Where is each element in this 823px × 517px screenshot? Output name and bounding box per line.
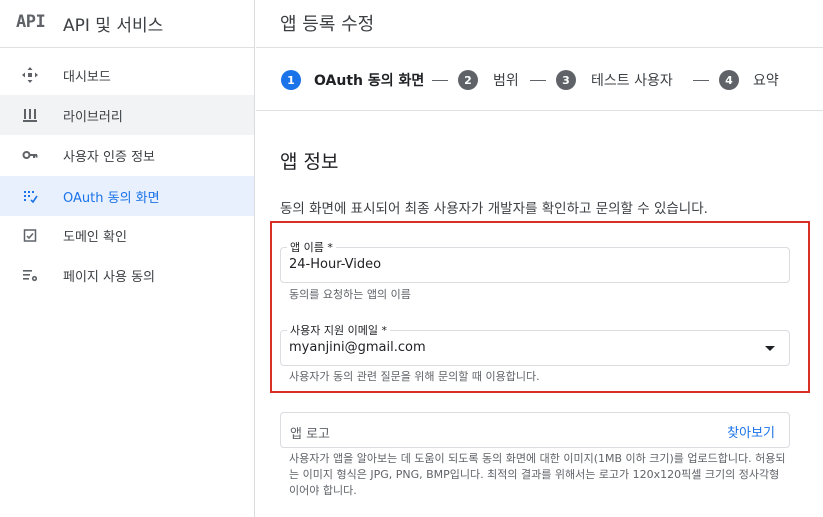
dashboard-icon [22, 67, 38, 83]
sidebar-item-label: 페이지 사용 동의 [63, 270, 155, 285]
sidebar-item-label: OAuth 동의 화면 [63, 191, 160, 206]
sidebar-item-page-usage[interactable]: 페이지 사용 동의 [0, 255, 254, 295]
page-header: 앱 등록 수정 [256, 0, 823, 48]
step-separator [432, 80, 448, 81]
step-2-number: 2 [458, 70, 478, 90]
sidebar-item-domain-verification[interactable]: 도메인 확인 [0, 215, 254, 255]
library-icon [22, 107, 38, 123]
key-icon [22, 147, 38, 163]
page-usage-icon [22, 267, 38, 283]
app-name-label: 앱 이름 * [287, 239, 336, 255]
sidebar: API API 및 서비스 대시보드 라이브러리 사용자 인증 정보 OAuth… [0, 0, 255, 517]
support-email-select[interactable]: 사용자 지원 이메일 * myanjini@gmail.com [280, 322, 790, 366]
sidebar-item-library[interactable]: 라이브러리 [0, 95, 254, 135]
step-1-label[interactable]: OAuth 동의 화면 [314, 70, 424, 90]
sidebar-item-label: 라이브러리 [63, 110, 123, 125]
api-logo: API [16, 12, 46, 32]
app-logo-field[interactable]: 앱 로고 찾아보기 [280, 412, 790, 448]
brand-header: API API 및 서비스 [0, 0, 254, 48]
sidebar-item-label: 대시보드 [63, 70, 111, 85]
step-4-label[interactable]: 요약 [753, 70, 779, 90]
app-logo-hint: 사용자가 앱을 알아보는 데 도움이 되도록 동의 화면에 대한 이미지(1MB… [289, 452, 786, 497]
support-email-value[interactable]: myanjini@gmail.com [289, 340, 426, 355]
step-4-number: 4 [719, 70, 739, 90]
support-email-label: 사용자 지원 이메일 * [287, 322, 390, 338]
sidebar-item-credentials[interactable]: 사용자 인증 정보 [0, 135, 254, 175]
section-description: 동의 화면에 표시되어 최종 사용자가 개발자를 확인하고 문의할 수 있습니다… [280, 201, 708, 217]
step-1-number: 1 [281, 70, 301, 90]
stepper: 1 OAuth 동의 화면 2 범위 3 테스트 사용자 4 요약 [256, 49, 823, 111]
sidebar-item-oauth-consent[interactable]: OAuth 동의 화면 [0, 176, 254, 216]
dropdown-arrow-icon[interactable] [765, 346, 775, 351]
browse-button[interactable]: 찾아보기 [727, 422, 775, 441]
app-name-field[interactable]: 앱 이름 * 24-Hour-Video [280, 239, 790, 283]
sidebar-item-dashboard[interactable]: 대시보드 [0, 55, 254, 95]
app-name-input[interactable]: 24-Hour-Video [289, 257, 381, 272]
brand-title[interactable]: API 및 서비스 [63, 11, 163, 36]
sidebar-item-label: 도메인 확인 [63, 230, 127, 245]
domain-verification-icon [22, 227, 38, 243]
step-3-label[interactable]: 테스트 사용자 [591, 70, 673, 90]
app-logo-label: 앱 로고 [290, 427, 331, 442]
app-name-hint: 동의를 요청하는 앱의 이름 [289, 288, 411, 301]
step-separator [530, 80, 546, 81]
step-3-number: 3 [556, 70, 576, 90]
step-separator [693, 80, 709, 81]
step-2-label[interactable]: 범위 [493, 70, 519, 90]
support-email-hint: 사용자가 동의 관련 질문을 위해 문의할 때 이용합니다. [289, 370, 540, 383]
oauth-consent-icon [22, 188, 38, 204]
page-title: 앱 등록 수정 [280, 14, 375, 35]
sidebar-item-label: 사용자 인증 정보 [63, 150, 155, 165]
section-title: 앱 정보 [280, 151, 339, 173]
